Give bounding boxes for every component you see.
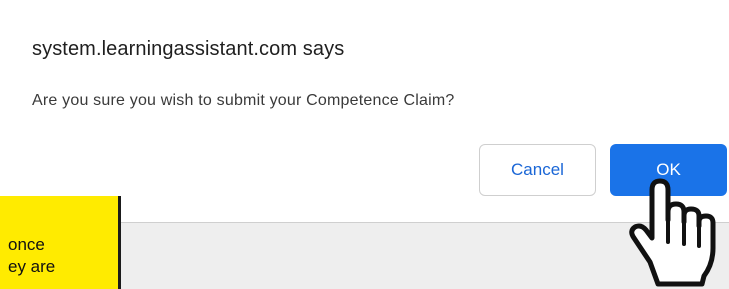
cancel-button-label: Cancel <box>511 160 564 179</box>
hand-pointer-icon <box>629 178 716 287</box>
cancel-button[interactable]: Cancel <box>479 144 596 196</box>
callout-note: once ey are <box>0 196 121 289</box>
screen: system.learningassistant.com says Are yo… <box>0 0 729 289</box>
dialog-title: system.learningassistant.com says <box>32 38 345 60</box>
dialog-message: Are you sure you wish to submit your Com… <box>32 92 455 109</box>
callout-text: once ey are <box>8 235 56 276</box>
